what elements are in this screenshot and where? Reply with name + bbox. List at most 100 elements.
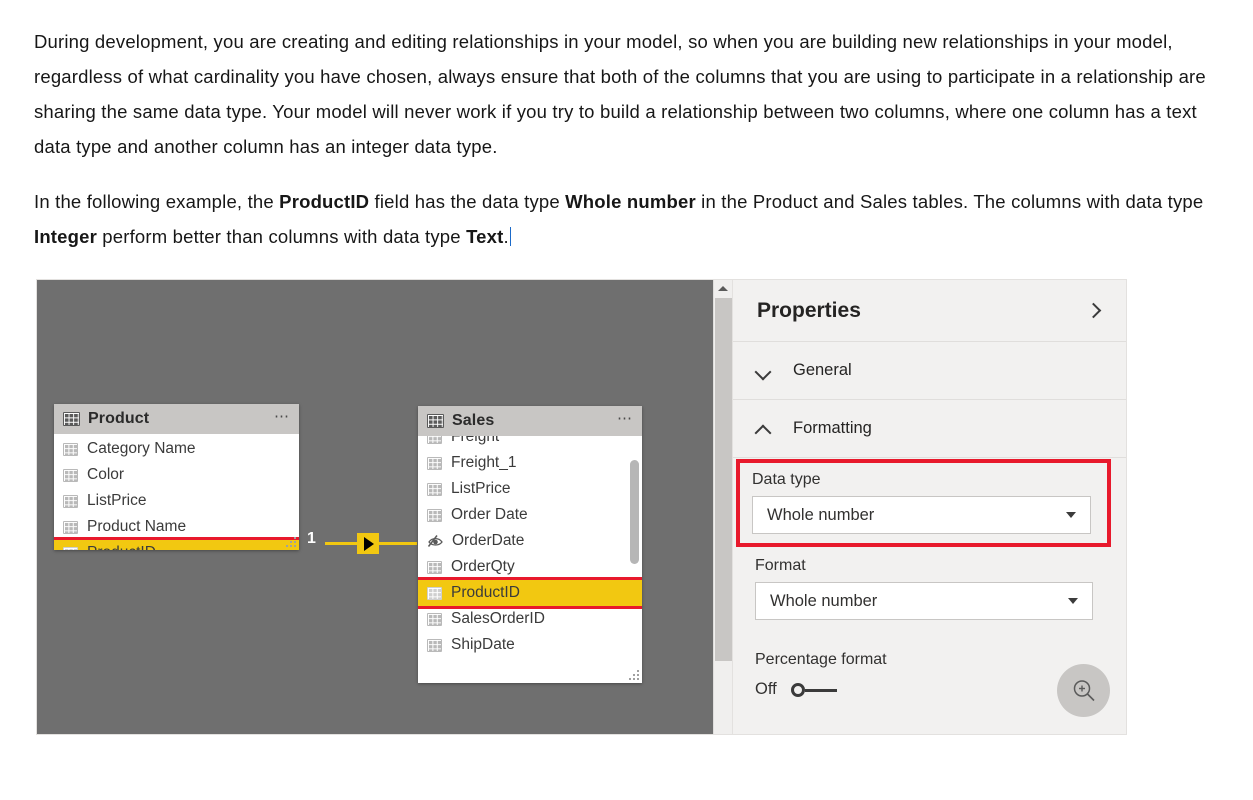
column-grid-icon [427,456,442,470]
column-grid-icon [427,612,442,626]
table-title: Product [88,410,150,427]
p2-seg3: in the Product and Sales tables. The col… [695,191,1204,212]
field-label: Product Name [87,518,187,535]
table-field-list-sales: Freight Freight_1 ListPrice Order Date O… [418,436,642,683]
table-row[interactable]: Order Date [418,502,642,528]
table-card-sales[interactable]: Sales ⋯ Freight Freight_1 ListPrice Orde… [418,406,642,683]
percentage-format-group: Percentage format Off [743,651,1111,699]
data-type-group: Data type Whole number [740,471,1107,534]
section-label: Formatting [793,419,872,437]
data-type-dropdown[interactable]: Whole number [752,496,1091,534]
column-grid-icon [63,494,78,508]
table-row[interactable]: ShipDate [418,632,642,658]
column-grid-icon [427,638,442,652]
embedded-screenshot: Product ⋯ Category Name Color ListPrice … [36,279,1127,735]
more-options-icon[interactable]: ⋯ [617,411,634,428]
table-row[interactable]: Category Name [54,436,299,462]
p2-seg2: field has the data type [369,191,566,212]
data-type-label: Data type [752,471,821,488]
panel-scrollbar[interactable] [713,280,732,734]
data-type-value: Whole number [767,505,875,524]
properties-panel: Properties General Formatting Data type … [732,280,1126,734]
field-label: ListPrice [451,480,511,497]
column-grid-icon [427,560,442,574]
p2-seg4: perform better than columns with data ty… [96,226,467,247]
table-card-product[interactable]: Product ⋯ Category Name Color ListPrice … [54,404,299,550]
section-general[interactable]: General [733,342,1126,400]
toggle-track [804,688,837,692]
p2-bold-integer: Integer [34,226,97,247]
table-row[interactable]: ListPrice [418,476,642,502]
scroll-up-arrow-icon[interactable] [714,280,732,297]
p2-bold-text: Text [466,226,504,247]
zoom-in-magnifier-icon[interactable] [1057,664,1110,717]
data-type-highlight-box: Data type Whole number [736,459,1111,547]
percentage-format-toggle[interactable] [790,682,839,697]
scrollbar-thumb[interactable] [715,298,732,661]
field-label: Freight_1 [451,454,517,471]
field-label: OrderQty [451,558,515,575]
column-grid-icon [427,436,442,444]
column-grid-icon [63,468,78,482]
toggle-knob [790,682,805,697]
column-grid-icon [63,442,78,456]
table-row[interactable]: Freight_1 [418,450,642,476]
model-diagram-canvas[interactable]: Product ⋯ Category Name Color ListPrice … [37,280,713,734]
table-field-list-product: Category Name Color ListPrice Product Na… [54,434,299,550]
field-label: OrderDate [452,532,525,549]
relationship-line-right [379,542,417,545]
format-dropdown[interactable]: Whole number [755,582,1093,620]
field-label: Freight [451,436,500,445]
p2-seg1: In the following example, the [34,191,280,212]
hidden-eye-icon [427,534,443,548]
panel-title: Properties [757,298,861,322]
paragraph-2: In the following example, the ProductID … [34,184,1226,254]
table-row[interactable]: SalesOrderID [418,606,642,632]
field-label: ShipDate [451,636,515,653]
table-row[interactable]: Freight [418,436,642,450]
cross-filter-arrow-icon [357,533,379,554]
table-header-product[interactable]: Product ⋯ [54,404,299,434]
column-grid-icon [63,546,78,550]
column-grid-icon [427,482,442,496]
table-grid-icon [63,412,80,426]
toggle-state-label: Off [755,680,777,698]
table-row[interactable]: Color [54,462,299,488]
section-label: General [793,361,852,379]
table-scrollbar-thumb[interactable] [630,460,639,564]
text-cursor [509,227,511,246]
chevron-up-icon [755,421,771,437]
p2-bold-whole-number: Whole number [565,191,696,212]
chevron-down-icon [1068,598,1078,604]
p2-bold-productid: ProductID [279,191,370,212]
table-row[interactable]: Product Name [54,514,299,540]
field-label: Order Date [451,506,528,523]
article-body: During development, you are creating and… [34,24,1226,272]
properties-header: Properties [733,280,1126,342]
table-title: Sales [452,412,495,429]
table-row[interactable]: OrderQty [418,554,642,580]
p2-seg5: . [503,226,509,247]
column-grid-icon [427,508,442,522]
format-group: Format Whole number [743,557,1111,620]
field-label: Color [87,466,125,483]
table-row[interactable]: OrderDate [418,528,642,554]
cardinality-one-label: 1 [307,530,316,547]
table-header-sales[interactable]: Sales ⋯ [418,406,642,436]
percentage-format-toggle-row[interactable]: Off [743,680,1111,699]
table-row[interactable]: ListPrice [54,488,299,514]
resize-handle[interactable] [629,670,640,681]
relationship-line-left [325,542,357,545]
resize-handle[interactable] [286,537,297,548]
format-label: Format [755,557,806,574]
field-label: ProductID [87,544,156,550]
more-options-icon[interactable]: ⋯ [274,409,291,426]
column-grid-icon [63,520,78,534]
section-formatting[interactable]: Formatting [733,400,1126,458]
format-value: Whole number [770,591,878,610]
table-grid-icon [427,414,444,428]
percentage-format-label: Percentage format [755,651,887,668]
table-row-highlighted-productid[interactable]: ProductID [54,537,299,550]
chevron-right-icon[interactable] [1084,301,1104,321]
table-row-highlighted-productid[interactable]: ProductID [418,577,642,609]
